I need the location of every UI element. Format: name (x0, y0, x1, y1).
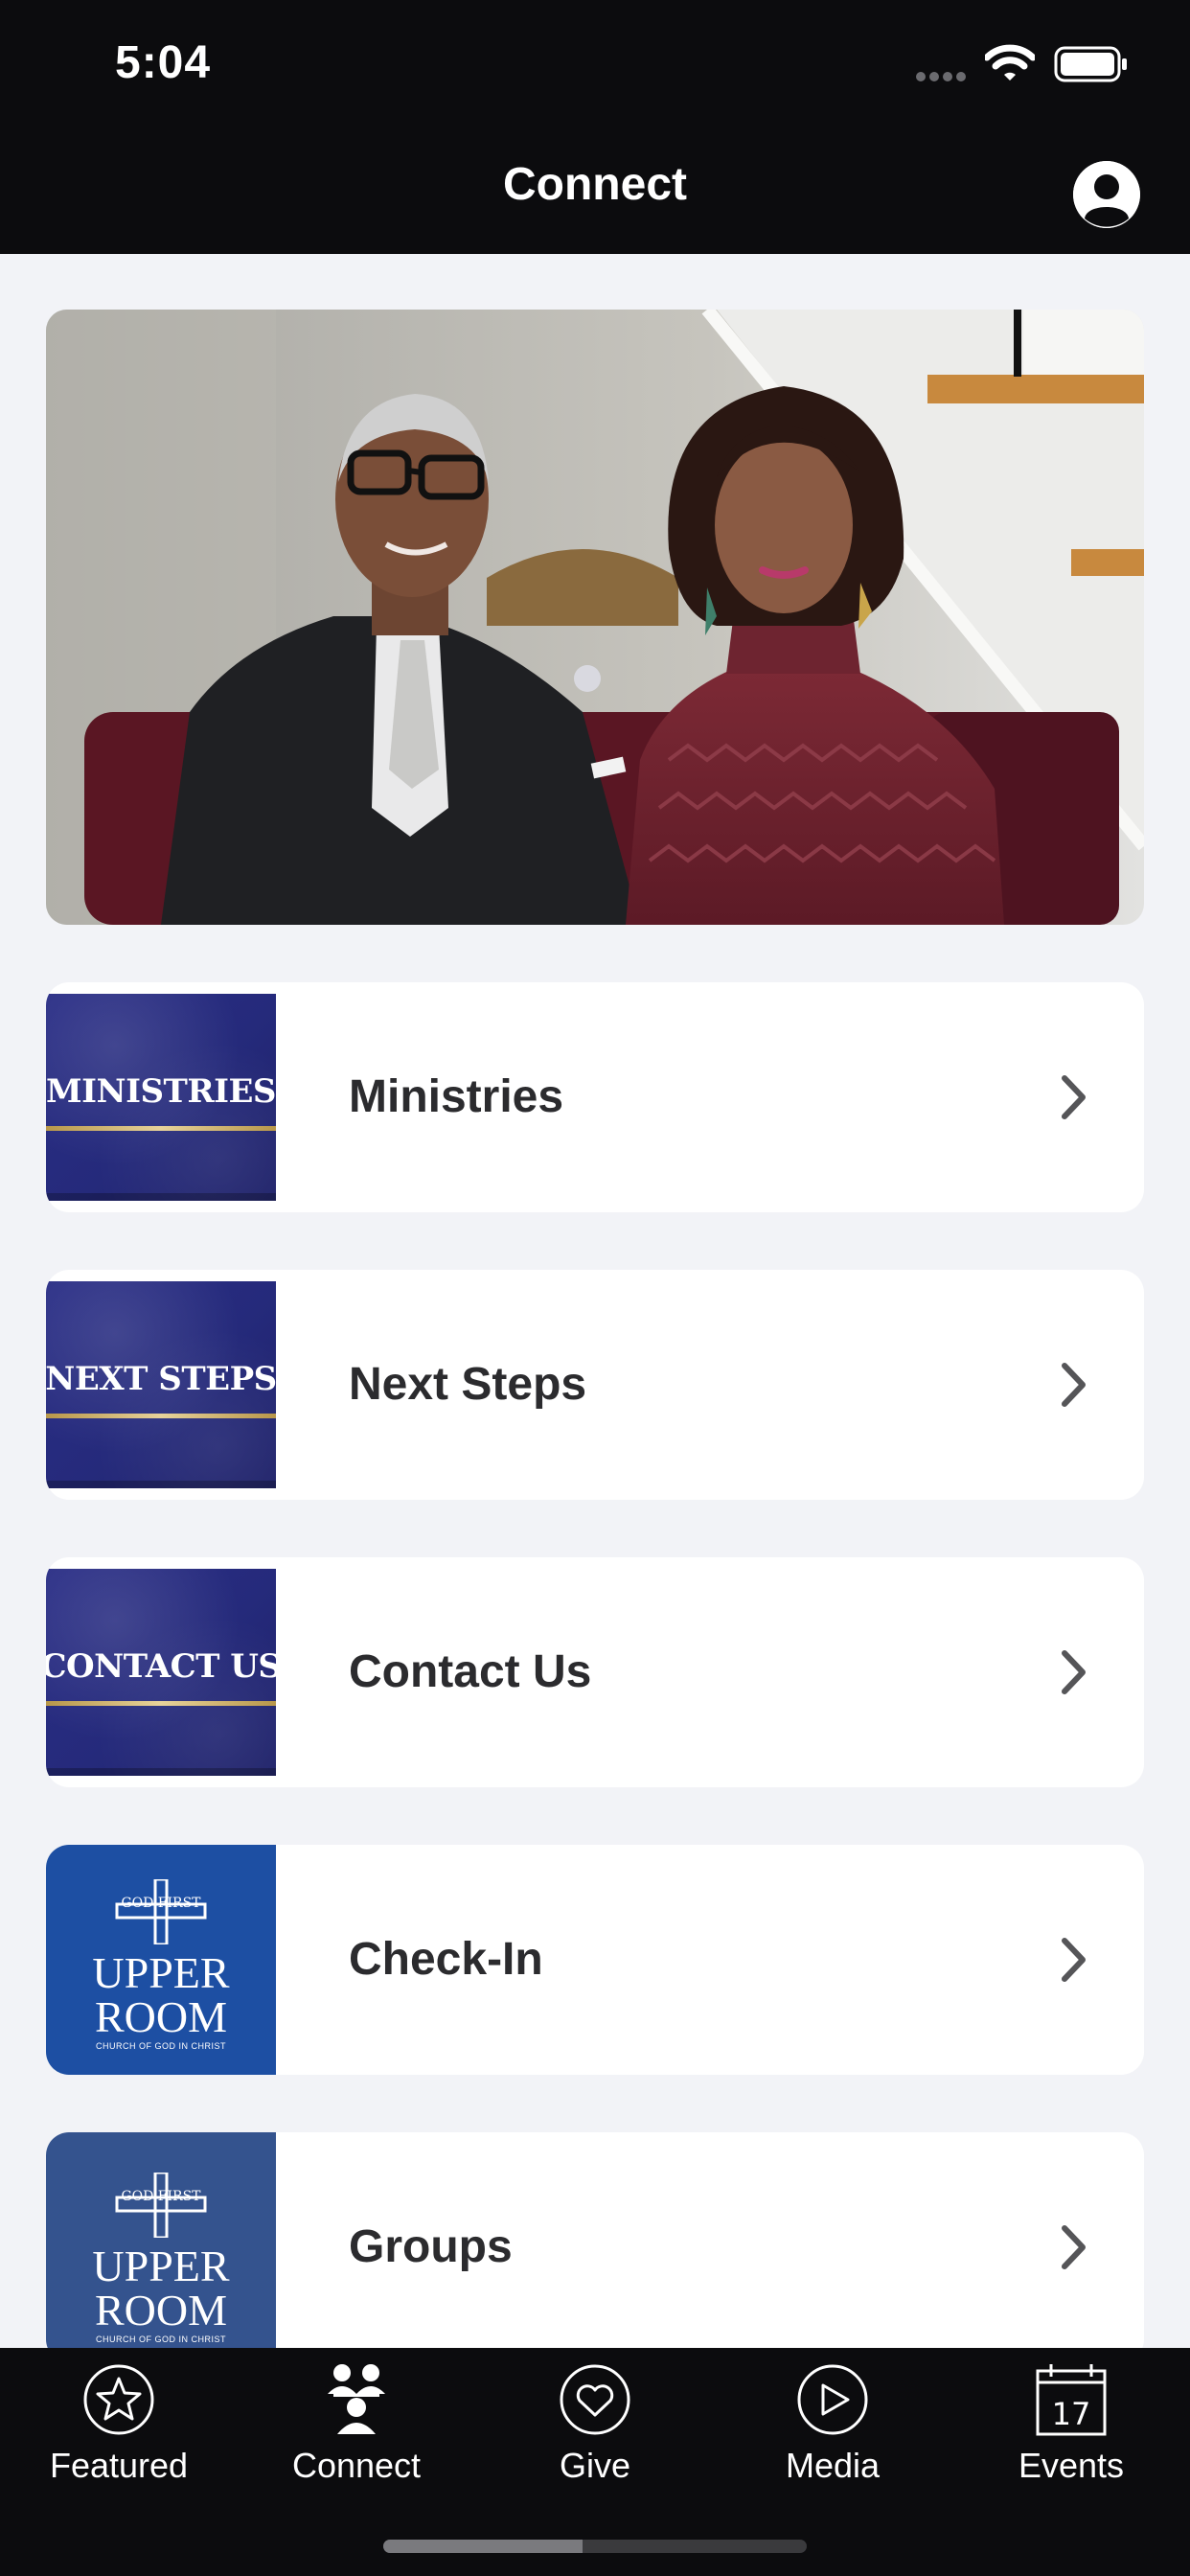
next-steps-thumbnail: NEXT STEPS (46, 1281, 276, 1488)
list-item-ministries[interactable]: MINISTRIES Ministries (46, 982, 1144, 1212)
check-in-thumbnail: GOD FIRST UPPER ROOM CHURCH OF GOD IN CH… (46, 1845, 276, 2075)
chevron-right-icon (1062, 1650, 1086, 1694)
church-logo-cross-icon: GOD FIRST (115, 1877, 207, 1946)
tab-media[interactable]: Media (714, 2348, 951, 2511)
tab-label: Events (1018, 2446, 1125, 2485)
chevron-right-icon (1062, 1075, 1086, 1119)
logo-text-room: ROOM (94, 2286, 228, 2334)
calendar-icon: 17 (1036, 2364, 1107, 2436)
chevron-right-icon (1062, 2225, 1086, 2269)
calendar-date: 17 (1052, 2396, 1091, 2432)
cellular-signal-icon (916, 72, 966, 81)
logo-subtitle: CHURCH OF GOD IN CHRIST (96, 2334, 226, 2344)
page-title: Connect (503, 159, 687, 210)
logo-subtitle: CHURCH OF GOD IN CHRIST (96, 2041, 226, 2051)
list-item-groups[interactable]: GOD FIRST UPPER ROOM CHURCH OF GOD IN CH… (46, 2132, 1144, 2362)
logo-top-text: GOD FIRST (121, 1896, 201, 1911)
play-icon (797, 2364, 868, 2435)
tab-label: Media (785, 2446, 881, 2485)
list-item-label: Groups (349, 2221, 513, 2272)
church-logo-cross-icon: GOD FIRST (115, 2171, 207, 2240)
list-item-label: Ministries (349, 1071, 564, 1122)
logo-text-upper: UPPER (92, 2242, 230, 2290)
wifi-icon (985, 44, 1035, 80)
status-time: 5:04 (115, 37, 212, 88)
groups-thumbnail: GOD FIRST UPPER ROOM CHURCH OF GOD IN CH… (46, 2132, 276, 2362)
thumbnail-text: MINISTRIES (46, 1072, 276, 1111)
user-profile-icon (1073, 161, 1140, 228)
battery-icon (1054, 46, 1127, 82)
list-item-next-steps[interactable]: NEXT STEPS Next Steps (46, 1270, 1144, 1500)
logo-top-text: GOD FIRST (121, 2189, 201, 2204)
tab-give[interactable]: Give (476, 2348, 714, 2511)
logo-text-room: ROOM (94, 1992, 228, 2041)
contact-us-thumbnail: CONTACT US (46, 1569, 276, 1776)
navigation-bar: Connect (0, 129, 1190, 254)
people-icon (328, 2364, 385, 2434)
list-item-label: Check-In (349, 1934, 543, 1985)
list-item-label: Contact Us (349, 1646, 592, 1697)
thumbnail-text: NEXT STEPS (46, 1360, 276, 1398)
status-bar: 5:04 (0, 0, 1190, 129)
hero-image (46, 310, 1144, 925)
chevron-right-icon (1062, 1363, 1086, 1407)
star-icon (83, 2364, 154, 2435)
tab-connect[interactable]: Connect (238, 2348, 475, 2511)
logo-text-upper: UPPER (92, 1948, 230, 1997)
ministries-thumbnail: MINISTRIES (46, 994, 276, 1201)
thumbnail-text: CONTACT US (46, 1647, 276, 1686)
tab-events[interactable]: 17 Events (952, 2348, 1190, 2511)
home-indicator[interactable] (383, 2540, 807, 2553)
list-item-contact-us[interactable]: CONTACT US Contact Us (46, 1557, 1144, 1787)
list-item-label: Next Steps (349, 1359, 587, 1410)
chevron-right-icon (1062, 1938, 1086, 1982)
heart-icon (560, 2364, 630, 2435)
list-item-check-in[interactable]: GOD FIRST UPPER ROOM CHURCH OF GOD IN CH… (46, 1845, 1144, 2075)
tab-label: Featured (49, 2446, 189, 2485)
tab-label: Connect (291, 2446, 422, 2485)
tab-featured[interactable]: Featured (0, 2348, 238, 2511)
tab-label: Give (559, 2446, 631, 2485)
profile-button[interactable] (1073, 161, 1140, 228)
